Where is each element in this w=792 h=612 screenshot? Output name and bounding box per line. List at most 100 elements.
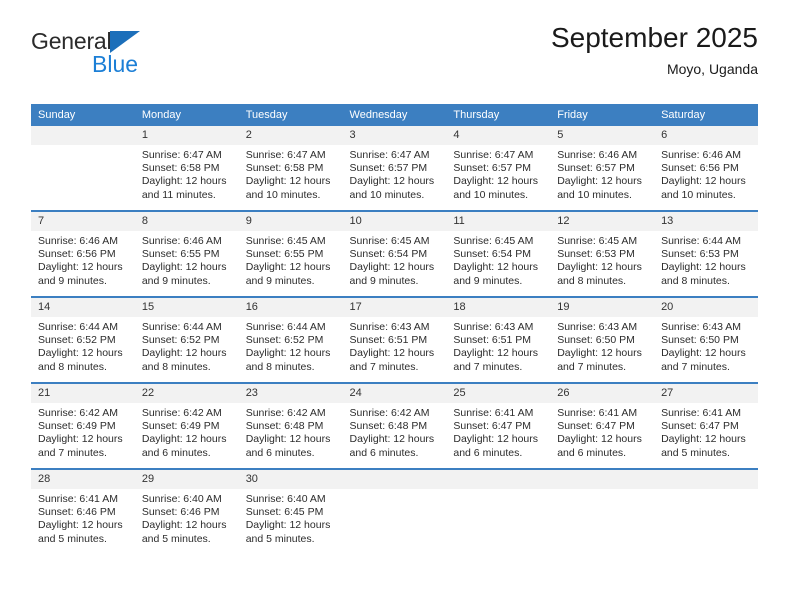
day-details: Sunrise: 6:47 AM Sunset: 6:57 PM Daylight:… — [343, 145, 447, 202]
logo-text-general: General — [31, 28, 112, 54]
daylight-text-line1: Daylight: 12 hours — [557, 175, 642, 188]
daylight-text-line2: and 7 minutes. — [349, 360, 419, 373]
calendar-day-cell[interactable]: 13 Sunrise: 6:44 AM Sunset: 6:53 PM Dayligh… — [654, 210, 758, 297]
calendar-day-cell[interactable]: 4 Sunrise: 6:47 AM Sunset: 6:57 PM Daylight… — [446, 126, 551, 211]
weekday-header-tuesday: Tuesday — [238, 104, 343, 126]
day-details: Sunrise: 6:44 AM Sunset: 6:52 PM Daylight:… — [135, 317, 239, 374]
calendar-day-cell[interactable]: 1 Sunrise: 6:47 AM Sunset: 6:58 PM Daylight… — [134, 126, 239, 211]
calendar-day-cell[interactable]: 19 Sunrise: 6:43 AM Sunset: 6:50 PM Dayligh… — [550, 296, 655, 383]
calendar-day-cell[interactable]: 20 Sunrise: 6:43 AM Sunset: 6:50 PM Dayligh… — [654, 296, 758, 383]
sunrise-text: Sunrise: 6:42 AM — [141, 407, 222, 419]
daylight-text-line1: Daylight: 12 hours — [141, 347, 227, 360]
calendar-day-cell[interactable]: 30 Sunrise: 6:40 AM Sunset: 6:45 PM Dayligh… — [238, 468, 343, 554]
day-cell-inner: 12 Sunrise: 6:45 AM Sunset: 6:53 PM Dayligh… — [550, 212, 655, 296]
calendar-week-row: 28 Sunrise: 6:41 AM Sunset: 6:46 PM Dayligh… — [31, 468, 758, 554]
day-number: 7 — [31, 212, 135, 231]
day-number: 27 — [654, 384, 758, 403]
day-details: Sunrise: 6:44 AM Sunset: 6:53 PM Daylight:… — [654, 231, 758, 288]
daylight-text-line1: Daylight: 12 hours — [349, 433, 435, 446]
daylight-text-line2: and 7 minutes. — [38, 446, 107, 459]
calendar-day-cell[interactable]: 23 Sunrise: 6:42 AM Sunset: 6:48 PM Dayligh… — [238, 382, 343, 469]
day-cell-inner — [342, 470, 447, 554]
calendar-day-cell[interactable]: 29 Sunrise: 6:40 AM Sunset: 6:46 PM Dayligh… — [134, 468, 239, 554]
calendar-day-cell[interactable] — [550, 468, 655, 554]
calendar-day-cell[interactable]: 28 Sunrise: 6:41 AM Sunset: 6:46 PM Dayligh… — [31, 468, 135, 554]
sunrise-text: Sunrise: 6:40 AM — [245, 493, 326, 505]
calendar-day-cell[interactable]: 11 Sunrise: 6:45 AM Sunset: 6:54 PM Dayligh… — [446, 210, 551, 297]
sunrise-text: Sunrise: 6:42 AM — [245, 407, 326, 419]
calendar-day-cell[interactable]: 12 Sunrise: 6:45 AM Sunset: 6:53 PM Dayligh… — [550, 210, 655, 297]
calendar-day-cell[interactable]: 7 Sunrise: 6:46 AM Sunset: 6:56 PM Daylight… — [31, 210, 135, 297]
calendar-day-cell[interactable] — [654, 468, 758, 554]
daylight-text-line1: Daylight: 12 hours — [38, 261, 123, 274]
calendar-day-cell[interactable]: 10 Sunrise: 6:45 AM Sunset: 6:54 PM Dayligh… — [342, 210, 447, 297]
weekday-header-thursday: Thursday — [446, 104, 551, 126]
day-cell-inner: 20 Sunrise: 6:43 AM Sunset: 6:50 PM Dayligh… — [654, 298, 758, 382]
calendar-day-cell[interactable]: 5 Sunrise: 6:46 AM Sunset: 6:57 PM Daylight… — [550, 126, 655, 211]
day-cell-inner: 19 Sunrise: 6:43 AM Sunset: 6:50 PM Dayligh… — [550, 298, 655, 382]
daylight-text-line2: and 8 minutes. — [245, 360, 315, 373]
daylight-text-line1: Daylight: 12 hours — [141, 175, 227, 188]
weekday-header-saturday: Saturday — [654, 104, 758, 126]
calendar-day-cell[interactable]: 14 Sunrise: 6:44 AM Sunset: 6:52 PM Dayligh… — [31, 296, 135, 383]
calendar-day-cell[interactable]: 18 Sunrise: 6:43 AM Sunset: 6:51 PM Dayligh… — [446, 296, 551, 383]
calendar-day-cell[interactable]: 15 Sunrise: 6:44 AM Sunset: 6:52 PM Dayligh… — [134, 296, 239, 383]
sunrise-text: Sunrise: 6:45 AM — [453, 235, 534, 247]
daylight-text-line2: and 5 minutes. — [141, 532, 211, 545]
day-details: Sunrise: 6:41 AM Sunset: 6:47 PM Daylight:… — [446, 403, 550, 460]
calendar-day-cell[interactable]: 2 Sunrise: 6:47 AM Sunset: 6:58 PM Daylight… — [238, 126, 343, 211]
triangle-icon — [110, 31, 141, 53]
calendar-day-cell[interactable] — [446, 468, 551, 554]
sunrise-text: Sunrise: 6:43 AM — [453, 321, 534, 333]
daylight-text-line1: Daylight: 12 hours — [245, 433, 331, 446]
calendar-day-cell[interactable] — [31, 126, 135, 211]
sunset-text: Sunset: 6:54 PM — [453, 248, 532, 261]
sunrise-text: Sunrise: 6:47 AM — [245, 149, 326, 161]
day-details: Sunrise: 6:45 AM Sunset: 6:55 PM Daylight:… — [239, 231, 343, 288]
day-details: Sunrise: 6:43 AM Sunset: 6:51 PM Daylight:… — [446, 317, 550, 374]
day-details — [343, 489, 447, 493]
calendar-day-cell[interactable]: 8 Sunrise: 6:46 AM Sunset: 6:55 PM Daylight… — [134, 210, 239, 297]
sunrise-text: Sunrise: 6:44 AM — [38, 321, 118, 333]
location-label: Moyo, Uganda — [666, 61, 758, 78]
calendar-day-cell[interactable]: 3 Sunrise: 6:47 AM Sunset: 6:57 PM Daylight… — [342, 126, 447, 211]
daylight-text-line2: and 11 minutes. — [141, 188, 216, 201]
calendar-day-cell[interactable]: 6 Sunrise: 6:46 AM Sunset: 6:56 PM Daylight… — [654, 126, 758, 211]
day-number: 20 — [654, 298, 758, 317]
day-cell-inner: 18 Sunrise: 6:43 AM Sunset: 6:51 PM Dayligh… — [446, 298, 551, 382]
day-number: 15 — [134, 298, 239, 317]
general-blue-logo[interactable]: General Blue — [31, 30, 251, 86]
day-cell-inner: 7 Sunrise: 6:46 AM Sunset: 6:56 PM Daylight… — [31, 212, 135, 296]
daylight-text-line2: and 6 minutes. — [453, 446, 523, 459]
sunset-text: Sunset: 6:53 PM — [557, 248, 635, 261]
calendar-day-cell[interactable]: 27 Sunrise: 6:41 AM Sunset: 6:47 PM Dayligh… — [654, 382, 758, 469]
calendar-day-cell[interactable]: 24 Sunrise: 6:42 AM Sunset: 6:48 PM Dayligh… — [342, 382, 447, 469]
sunset-text: Sunset: 6:57 PM — [349, 162, 428, 175]
calendar-day-cell[interactable] — [342, 468, 447, 554]
daylight-text-line2: and 6 minutes. — [141, 446, 211, 459]
day-cell-inner: 10 Sunrise: 6:45 AM Sunset: 6:54 PM Dayligh… — [342, 212, 447, 296]
calendar-day-cell[interactable]: 9 Sunrise: 6:45 AM Sunset: 6:55 PM Daylight… — [238, 210, 343, 297]
calendar-day-cell[interactable]: 26 Sunrise: 6:41 AM Sunset: 6:47 PM Dayligh… — [550, 382, 655, 469]
sunrise-text: Sunrise: 6:41 AM — [38, 493, 118, 505]
calendar-day-cell[interactable]: 25 Sunrise: 6:41 AM Sunset: 6:47 PM Dayligh… — [446, 382, 551, 469]
day-details: Sunrise: 6:43 AM Sunset: 6:50 PM Daylight:… — [654, 317, 758, 374]
weekday-header-monday: Monday — [134, 104, 239, 126]
sunset-text: Sunset: 6:49 PM — [38, 420, 116, 433]
calendar-day-cell[interactable]: 17 Sunrise: 6:43 AM Sunset: 6:51 PM Dayligh… — [342, 296, 447, 383]
calendar-week-row: 21 Sunrise: 6:42 AM Sunset: 6:49 PM Dayligh… — [31, 382, 758, 469]
calendar-day-cell[interactable]: 22 Sunrise: 6:42 AM Sunset: 6:49 PM Dayligh… — [134, 382, 239, 469]
calendar-day-cell[interactable]: 16 Sunrise: 6:44 AM Sunset: 6:52 PM Dayligh… — [238, 296, 343, 383]
day-number: 14 — [31, 298, 135, 317]
daylight-text-line2: and 9 minutes. — [141, 274, 211, 287]
daylight-text-line2: and 6 minutes. — [349, 446, 419, 459]
sunrise-text: Sunrise: 6:42 AM — [38, 407, 118, 419]
day-cell-inner: 3 Sunrise: 6:47 AM Sunset: 6:57 PM Daylight… — [342, 126, 447, 210]
daylight-text-line1: Daylight: 12 hours — [557, 261, 642, 274]
day-number: 22 — [134, 384, 239, 403]
daylight-text-line2: and 7 minutes. — [557, 360, 627, 373]
sunset-text: Sunset: 6:48 PM — [245, 420, 324, 433]
day-details: Sunrise: 6:47 AM Sunset: 6:58 PM Daylight:… — [135, 145, 239, 202]
day-details: Sunrise: 6:46 AM Sunset: 6:55 PM Daylight:… — [135, 231, 239, 288]
calendar-day-cell[interactable]: 21 Sunrise: 6:42 AM Sunset: 6:49 PM Dayligh… — [31, 382, 135, 469]
